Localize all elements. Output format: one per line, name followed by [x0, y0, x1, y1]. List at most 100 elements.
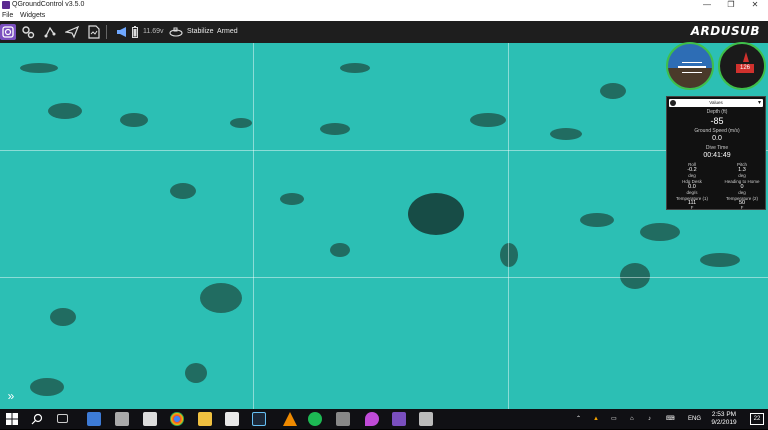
ardusub-logo: ARDUSUB [691, 24, 760, 38]
qgc-home-icon[interactable] [0, 24, 16, 40]
seabed-patch [470, 113, 506, 127]
qgroundcontrol-taskbar-icon[interactable] [392, 412, 406, 426]
pitch-unit: deg [738, 173, 746, 178]
heading-home-unit: deg [738, 190, 746, 195]
chevron-up-icon[interactable]: ⌃ [576, 409, 581, 429]
notification-center-icon[interactable]: 22 [750, 413, 764, 425]
battery-voltage: 11.69v [143, 28, 164, 35]
seabed-patch [500, 243, 518, 267]
submarine-mode-icon[interactable] [168, 24, 184, 40]
vlc-icon[interactable] [283, 412, 297, 426]
menu-widgets[interactable]: Widgets [20, 10, 45, 21]
seabed-patch [580, 213, 614, 227]
attitude-pitch-ladder [682, 72, 702, 73]
seabed-patch [30, 378, 64, 396]
seabed-patch [330, 243, 350, 257]
system-clock[interactable]: 2:53 PM 9/2/2019 [704, 411, 744, 427]
language-indicator[interactable]: ENG [688, 409, 701, 429]
steam-icon[interactable] [252, 412, 266, 426]
flight-mode[interactable]: Stabilize [187, 21, 213, 43]
maximize-button[interactable]: ❐ [720, 0, 742, 10]
maps-app-icon[interactable] [365, 412, 379, 426]
dive-time-value: 00:41:49 [703, 152, 731, 159]
attitude-indicator [666, 42, 714, 90]
title-bar: QGroundControl v3.5.0 — ❐ ✕ [0, 0, 768, 10]
video-feed[interactable] [0, 43, 768, 409]
spotify-icon[interactable] [308, 412, 322, 426]
seabed-patch [50, 308, 76, 326]
minimize-button[interactable]: — [696, 0, 718, 10]
grid-line-vertical [253, 43, 254, 409]
attitude-pitch-ladder [682, 62, 702, 63]
search-icon[interactable] [31, 412, 45, 426]
seabed-patch [640, 223, 680, 241]
seabed-rock [408, 193, 464, 235]
attitude-horizon [678, 66, 706, 68]
notes-app-icon[interactable] [419, 412, 433, 426]
chevron-down-icon: ▾ [757, 100, 761, 106]
app-icon[interactable] [336, 412, 350, 426]
menu-bar: File Widgets [0, 10, 768, 21]
warning-icon[interactable]: ▲ [593, 409, 599, 429]
calculator-icon[interactable] [143, 412, 157, 426]
seabed-patch [185, 363, 207, 383]
compass-heading: 126 [736, 64, 754, 73]
seabed-patch [600, 83, 626, 99]
seabed-patch [230, 118, 252, 128]
battery-tray-icon[interactable]: ▭ [611, 409, 617, 429]
compass-needle-icon [743, 52, 749, 62]
values-panel: Values ▾ Depth (ft) -85 Ground Speed (m/… [666, 96, 766, 210]
seabed-patch [120, 113, 148, 127]
main-toolbar: 11.69v Stabilize Armed ARDUSUB [0, 21, 768, 43]
menu-file[interactable]: File [2, 10, 13, 21]
speed-value: 0.0 [712, 135, 722, 142]
speed-label: Ground Speed (m/s) [694, 128, 740, 134]
seabed-patch [280, 193, 304, 205]
task-view-icon[interactable] [57, 414, 68, 423]
seabed-patch [620, 263, 650, 289]
grid-line-vertical [508, 43, 509, 409]
roll-unit: deg [688, 173, 696, 178]
settings-gear-icon[interactable] [670, 100, 676, 106]
clock-date: 9/2/2019 [711, 419, 737, 426]
expand-chevrons-icon[interactable]: » [4, 389, 18, 403]
seabed-patch [170, 183, 196, 199]
grid-line-horizontal [0, 277, 768, 278]
grid-line-horizontal [0, 150, 768, 151]
seabed-patch [700, 253, 740, 267]
fly-paper-plane-icon[interactable] [64, 24, 80, 40]
brand-ardu: ARDU [690, 24, 731, 38]
keyboard-icon[interactable]: ⌨ [666, 409, 675, 429]
close-button[interactable]: ✕ [744, 0, 766, 10]
notification-count: 22 [753, 416, 761, 422]
battery-icon [130, 24, 140, 40]
mail-icon[interactable] [225, 412, 239, 426]
settings-gears-icon[interactable] [20, 24, 36, 40]
seabed-patch [200, 283, 242, 313]
volume-icon[interactable]: ♪ [648, 409, 651, 429]
seabed-patch [550, 128, 582, 140]
brand-sub: SUB [730, 24, 760, 38]
window-title: QGroundControl v3.5.0 [12, 1, 85, 8]
windows-taskbar: ⌃ ▲ ▭ ⌂ ♪ ⌨ ENG 2:53 PM 9/2/2019 22 [0, 409, 768, 429]
qgc-app-icon [2, 1, 10, 9]
temperature2-unit: F [740, 205, 744, 210]
files-app-icon[interactable] [115, 412, 129, 426]
analyze-document-icon[interactable] [86, 24, 102, 40]
seabed-patch [340, 63, 370, 73]
values-selector[interactable]: Values [669, 99, 763, 107]
plan-waypoint-icon[interactable] [42, 24, 58, 40]
megaphone-icon[interactable] [114, 24, 130, 40]
windows-start-icon[interactable] [6, 412, 20, 426]
depth-value: -85 [710, 116, 724, 126]
depth-label: Depth (ft) [706, 109, 728, 115]
people-app-icon[interactable] [87, 412, 101, 426]
seabed-patch [320, 123, 350, 135]
file-explorer-icon[interactable] [198, 412, 212, 426]
armed-status[interactable]: Armed [217, 21, 238, 43]
compass-indicator: 126 [718, 42, 766, 90]
seabed-patch [48, 103, 82, 119]
network-icon[interactable]: ⌂ [630, 409, 634, 429]
chrome-icon[interactable] [170, 412, 184, 426]
temperature1-unit: F [690, 205, 694, 210]
